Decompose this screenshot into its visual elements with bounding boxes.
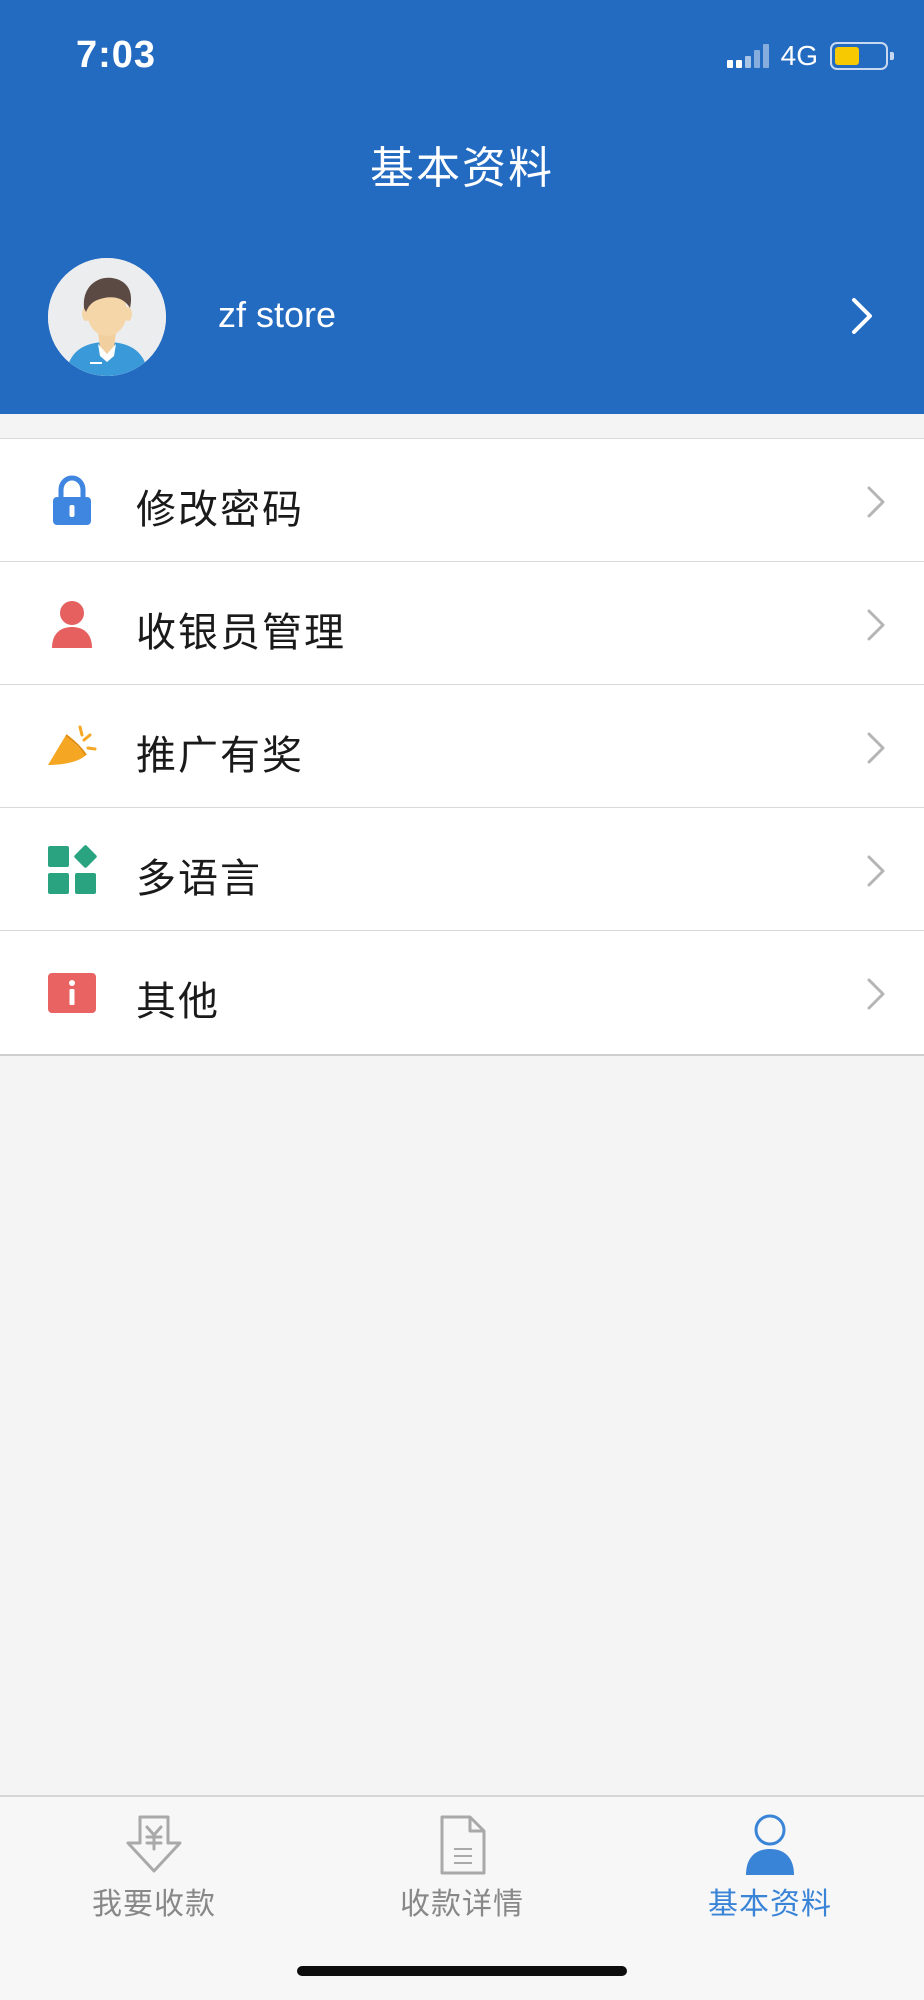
chevron-right-icon — [867, 855, 885, 887]
tab-label: 我要收款 — [92, 1888, 216, 1921]
tab-label: 基本资料 — [708, 1888, 832, 1921]
menu-item-cashier-management[interactable]: 收银员管理 — [0, 562, 924, 685]
header: 7:03 4G 基本资料 zf store — [0, 0, 924, 414]
chevron-right-icon — [867, 486, 885, 518]
user-icon — [46, 598, 98, 650]
megaphone-icon — [46, 721, 98, 773]
chevron-right-icon — [852, 298, 872, 334]
chevron-right-icon — [867, 609, 885, 641]
screen: 7:03 4G 基本资料 zf store 修改密码 收银员管理 推广有奖 多语… — [0, 0, 924, 2000]
menu-item-label: 修改密码 — [136, 488, 304, 532]
lock-icon — [46, 475, 98, 527]
tab-label: 收款详情 — [400, 1888, 524, 1921]
menu-item-language[interactable]: 多语言 — [0, 808, 924, 931]
apps-grid-icon — [46, 844, 98, 896]
tab-receive-payment[interactable]: 我要收款 — [0, 1813, 308, 1933]
menu-item-label: 推广有奖 — [136, 734, 304, 778]
tab-basic-info[interactable]: 基本资料 — [616, 1813, 924, 1933]
menu-list: 修改密码 收银员管理 推广有奖 多语言 其他 — [0, 438, 924, 1056]
menu-item-referral-reward[interactable]: 推广有奖 — [0, 685, 924, 808]
chevron-right-icon — [867, 978, 885, 1010]
signal-icon — [726, 44, 769, 68]
status-bar: 7:03 4G — [0, 0, 924, 110]
menu-item-label: 其他 — [136, 980, 220, 1024]
person-icon — [746, 1814, 794, 1875]
menu-item-label: 收银员管理 — [136, 611, 346, 655]
chevron-right-icon — [867, 732, 885, 764]
tab-payment-details[interactable]: 收款详情 — [308, 1813, 616, 1933]
store-name: zf store — [218, 294, 337, 335]
home-indicator — [297, 1966, 627, 1976]
menu-item-change-password[interactable]: 修改密码 — [0, 439, 924, 562]
network-type: 4G — [780, 40, 818, 71]
avatar-icon — [48, 258, 166, 376]
document-icon — [440, 1815, 486, 1875]
status-indicators: 4G — [726, 38, 894, 74]
battery-level — [835, 47, 859, 65]
info-icon — [46, 967, 98, 1019]
menu-item-other[interactable]: 其他 — [0, 931, 924, 1054]
avatar — [48, 258, 166, 376]
profile-row[interactable]: zf store — [0, 246, 924, 386]
yen-download-icon — [126, 1815, 182, 1873]
status-time: 7:03 — [76, 34, 157, 76]
page-title: 基本资料 — [370, 144, 554, 193]
battery-icon — [830, 42, 894, 70]
menu-item-label: 多语言 — [136, 857, 262, 901]
